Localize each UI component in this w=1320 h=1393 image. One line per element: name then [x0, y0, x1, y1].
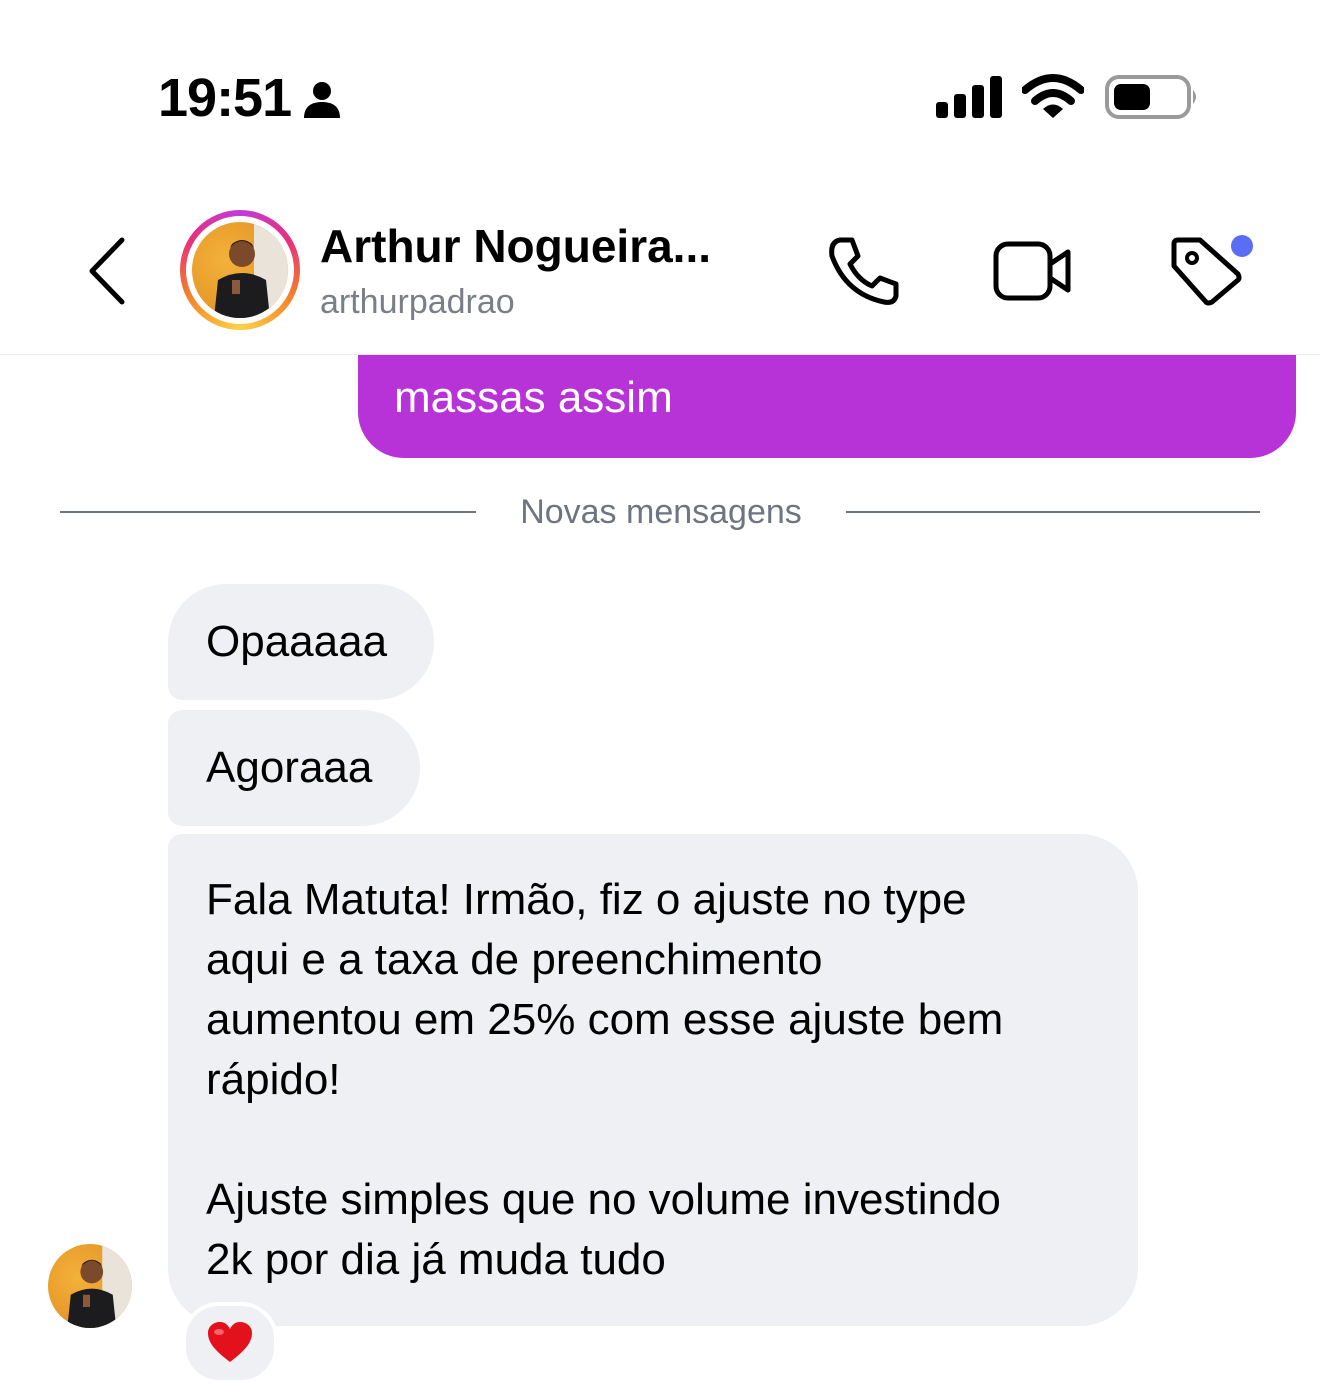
notification-dot [1231, 235, 1253, 257]
contact-name[interactable]: Arthur Nogueira... [320, 220, 711, 272]
received-message-bubble[interactable]: Agoraaa [168, 710, 420, 826]
back-chevron-icon[interactable] [84, 236, 136, 306]
battery-icon [1105, 75, 1196, 119]
status-time: 19:51 [158, 68, 292, 128]
new-messages-divider: Novas mensagens [520, 493, 802, 531]
divider-line-right [846, 511, 1260, 513]
chat-header: Arthur Nogueira... arthurpadrao [0, 180, 1320, 355]
sent-message-text: massas assim [394, 373, 673, 422]
video-call-icon[interactable] [992, 238, 1074, 304]
person-photo-icon [67, 1244, 132, 1328]
message-text: Opaaaaa [206, 617, 388, 666]
person-icon [304, 82, 340, 118]
cellular-signal-icon [936, 76, 1002, 118]
sender-avatar[interactable] [48, 1244, 132, 1328]
message-text: Fala Matuta! Irmão, fiz o ajuste no type… [206, 875, 1004, 1284]
person-photo-icon [214, 222, 288, 318]
received-message-bubble[interactable]: Fala Matuta! Irmão, fiz o ajuste no type… [168, 834, 1138, 1326]
received-message-bubble[interactable]: Opaaaaa [168, 584, 434, 700]
contact-avatar[interactable] [180, 210, 300, 330]
phone-call-icon[interactable] [826, 236, 902, 306]
wifi-icon [1022, 74, 1084, 118]
heart-icon [208, 1322, 252, 1362]
divider-line-left [60, 511, 476, 513]
heart-reaction[interactable] [182, 1302, 278, 1384]
tag-label-icon[interactable] [1166, 232, 1258, 306]
message-text: Agoraaa [206, 743, 373, 792]
contact-username[interactable]: arthurpadrao [320, 282, 515, 322]
